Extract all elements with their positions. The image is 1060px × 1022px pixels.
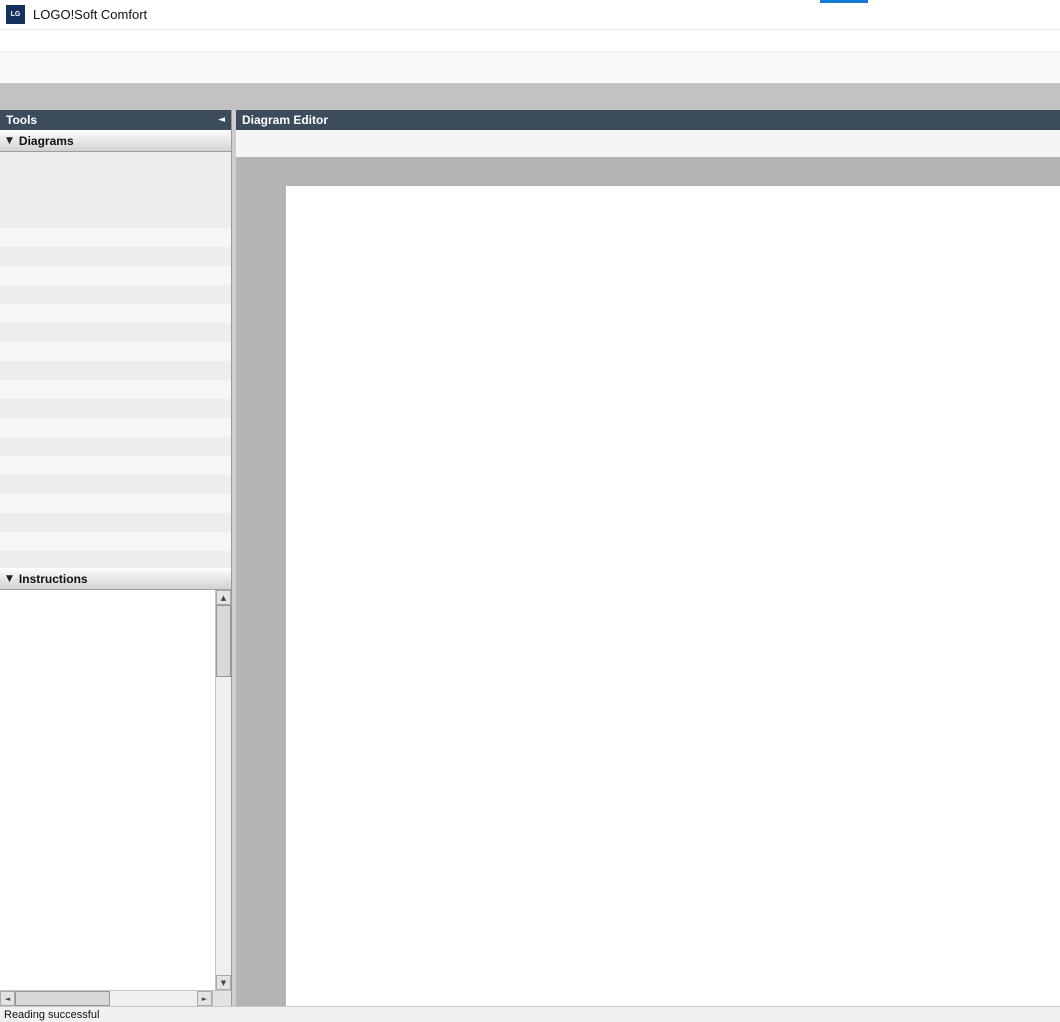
diagram-list-empty-area <box>0 209 231 568</box>
app-logo-icon: LG <box>6 5 25 24</box>
editor-toolbar <box>236 130 1060 158</box>
instructions-tree <box>0 590 215 990</box>
instructions-tree-area: ▲ ▼ <box>0 590 231 990</box>
tree-vertical-scrollbar[interactable]: ▲ ▼ <box>215 590 231 990</box>
tools-horizontal-scrollbar[interactable]: ◄ ► <box>0 990 231 1006</box>
instructions-section-header[interactable]: ▼ Instructions <box>0 568 231 590</box>
title-bar: LG LOGO!Soft Comfort <box>0 0 1060 30</box>
window-title: LOGO!Soft Comfort <box>33 7 147 22</box>
main-toolbar <box>0 52 1060 84</box>
diagrams-section-label: Diagrams <box>19 134 74 148</box>
status-text: Reading successful <box>4 1009 99 1021</box>
document-tabs <box>236 158 1060 186</box>
tools-panel: Tools ◄ ▼ Diagrams ▼ Instructions ▲ ▼ ◄ <box>0 110 232 1006</box>
scroll-left-button[interactable]: ◄ <box>0 991 15 1006</box>
chevron-down-icon: ▼ <box>6 574 13 584</box>
canvas-area <box>236 186 1060 1006</box>
decorative-blue-strip <box>820 0 868 3</box>
mode-tabs <box>0 84 1060 110</box>
scrollbar-track[interactable] <box>15 991 197 1006</box>
menu-bar <box>0 30 1060 52</box>
scroll-up-button[interactable]: ▲ <box>216 590 231 605</box>
tools-panel-title: Tools <box>6 113 37 127</box>
diagram-list <box>0 152 231 209</box>
diagram-editor: Diagram Editor <box>236 110 1060 1006</box>
tools-panel-header: Tools ◄ <box>0 110 231 130</box>
scrollbar-thumb[interactable] <box>15 991 110 1006</box>
scrollbar-corner <box>212 991 231 1006</box>
diagrams-section-header[interactable]: ▼ Diagrams <box>0 130 231 152</box>
instructions-section-label: Instructions <box>19 572 88 586</box>
editor-header: Diagram Editor <box>236 110 1060 130</box>
app-window: LG LOGO!Soft Comfort Tools ◄ ▼ Diagrams … <box>0 0 1060 1022</box>
chevron-down-icon: ▼ <box>6 136 13 146</box>
ladder-canvas[interactable] <box>286 186 1060 1006</box>
scroll-right-button[interactable]: ► <box>197 991 212 1006</box>
scrollbar-track[interactable] <box>216 605 231 975</box>
status-bar: Reading successful <box>0 1006 1060 1022</box>
collapse-panel-button[interactable]: ◄ <box>218 115 225 125</box>
scrollbar-thumb[interactable] <box>216 605 231 677</box>
scroll-down-button[interactable]: ▼ <box>216 975 231 990</box>
editor-title: Diagram Editor <box>242 113 328 127</box>
